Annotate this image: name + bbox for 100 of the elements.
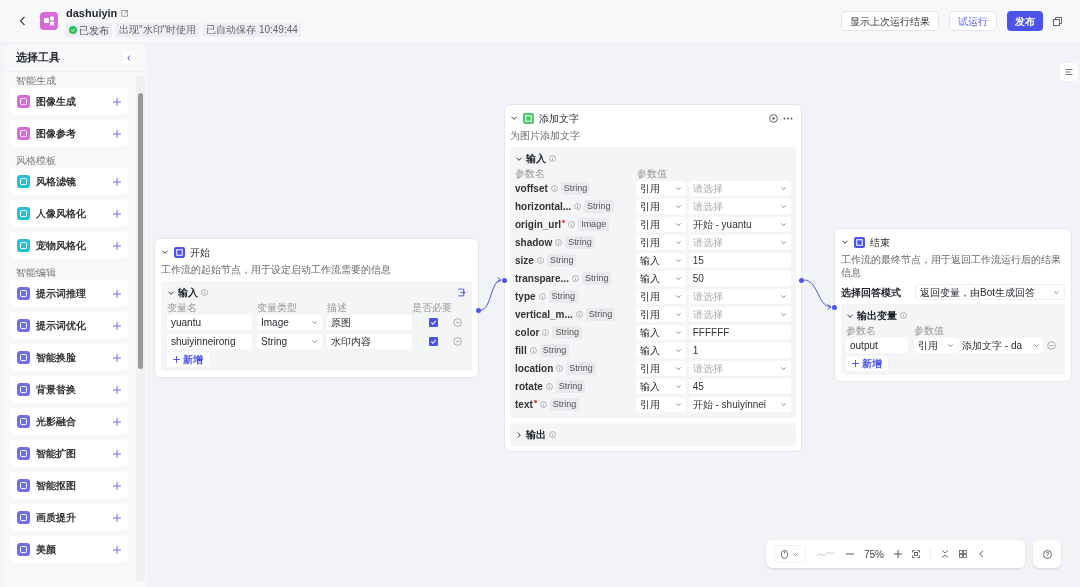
mode-select[interactable]: 返回变量，由Bot生成回答: [915, 284, 1065, 300]
status-tag: 已发布: [66, 23, 112, 38]
zoom-level: 75%: [864, 547, 884, 562]
section-title: 输入: [526, 152, 546, 166]
info-tag: 出现"水印"时使用: [116, 23, 200, 38]
tool-label: 图像参考: [36, 127, 77, 141]
tool-label: 风格滤镜: [36, 175, 77, 189]
tool-label: 美颜: [36, 543, 57, 557]
param-name: color: [515, 325, 540, 340]
tool-item[interactable]: 智能换脸: [10, 344, 128, 371]
mode-select[interactable]: 引用: [636, 180, 686, 196]
add-button[interactable]: 新增: [167, 352, 209, 367]
tool-item[interactable]: 人像风格化: [10, 200, 128, 227]
tool-item[interactable]: 光影融合: [10, 408, 128, 435]
section-title: 输出变量: [857, 309, 897, 323]
value-field[interactable]: FFFFFF: [688, 324, 791, 340]
type-badge: String: [560, 181, 591, 195]
start-node[interactable]: 开始 工作流的起始节点，用于设定启动工作流需要的信息 输入 变量名 变量类型 描述 是否必要 yuantu Image 原图 shuiyinneirong String 水印内容 新增: [154, 238, 479, 378]
param-name: vertical_m...: [515, 307, 573, 322]
input-field[interactable]: output: [846, 337, 908, 353]
section-title: 输入: [178, 286, 198, 300]
tool-label: 画质提升: [36, 511, 77, 525]
column-header: 变量名: [167, 300, 198, 315]
param-name: shadow: [515, 235, 553, 250]
header-button[interactable]: 试运行: [949, 11, 997, 31]
mode-select[interactable]: 引用: [636, 306, 686, 322]
tool-label: 人像风格化: [36, 207, 87, 221]
input-field[interactable]: 水印内容: [327, 333, 412, 349]
panel-title: 选择工具: [16, 50, 60, 66]
tool-label: 宠物风格化: [36, 239, 87, 253]
tool-item[interactable]: 提示词优化: [10, 312, 128, 339]
param-name: rotate: [515, 379, 543, 394]
type-badge: String: [584, 199, 614, 213]
column-header: 参数名: [515, 166, 546, 181]
group-label: 风格模板: [15, 154, 57, 168]
tool-label: 光影融合: [36, 415, 77, 429]
value-field[interactable]: 50: [688, 270, 791, 286]
param-name: size: [515, 253, 534, 268]
mode-select[interactable]: 输入: [636, 270, 686, 286]
type-select[interactable]: String: [257, 333, 322, 349]
value-field[interactable]: 45: [688, 378, 791, 394]
mode-select[interactable]: 输入: [636, 378, 686, 394]
mode-select[interactable]: 输入: [636, 342, 686, 358]
value-field[interactable]: 1: [688, 342, 791, 358]
tool-item[interactable]: 智能扩图: [10, 440, 128, 467]
add-button[interactable]: 新增: [846, 356, 888, 371]
value-select[interactable]: 开始 - shuiyinnei: [688, 396, 791, 412]
type-badge: String: [539, 343, 570, 357]
mode-select[interactable]: 引用: [636, 396, 686, 412]
param-name: transpare...: [515, 271, 569, 286]
mode-select[interactable]: 引用: [636, 234, 686, 250]
tool-label: 提示词优化: [36, 319, 87, 333]
value-field[interactable]: 15: [688, 252, 791, 268]
mode-select[interactable]: 引用: [636, 216, 686, 232]
workflow-title: dashuiyin: [66, 5, 118, 21]
tool-item[interactable]: 图像生成: [10, 88, 128, 115]
type-badge: Image: [578, 217, 610, 231]
mode-select[interactable]: 输入: [636, 324, 686, 340]
node-description: 为图片添加文字: [510, 129, 581, 142]
input-field[interactable]: yuantu: [167, 314, 252, 330]
value-select[interactable]: 开始 - yuantu: [688, 216, 791, 232]
tool-item[interactable]: 美颜: [10, 536, 128, 563]
param-name: text: [515, 397, 533, 412]
header-button[interactable]: 显示上次运行结果: [841, 11, 939, 31]
type-badge: String: [585, 307, 616, 321]
tool-item[interactable]: 智能抠图: [10, 472, 128, 499]
input-field[interactable]: shuiyinneirong: [167, 333, 252, 349]
mode-select[interactable]: 引用: [914, 337, 958, 353]
tool-item[interactable]: 提示词推理: [10, 280, 128, 307]
tool-label: 智能抠图: [36, 479, 77, 493]
group-label: 智能生成: [15, 74, 57, 88]
mode-select[interactable]: 输入: [636, 252, 686, 268]
header-button[interactable]: 发布: [1007, 11, 1043, 31]
mode-select[interactable]: 引用: [636, 288, 686, 304]
type-badge: String: [549, 397, 580, 411]
type-badge: String: [565, 235, 595, 249]
node-title: 结束: [870, 235, 890, 250]
column-header: 参数值: [914, 323, 945, 338]
param-name: horizontal...: [515, 199, 572, 214]
tool-item[interactable]: 宠物风格化: [10, 232, 128, 259]
end-node[interactable]: 结束 工作流的最终节点，用于返回工作流运行后的结果信息 选择回答模式 返回变量，由Bot生成回答 输出变量 参数名 参数值 output 引用 添加文字 - da 新增: [834, 228, 1072, 382]
param-name: origin_url: [515, 217, 562, 232]
mode-select[interactable]: 引用: [636, 360, 686, 376]
tool-item[interactable]: 图像参考: [10, 120, 128, 147]
type-badge: String: [552, 325, 582, 339]
tool-label: 提示词推理: [36, 287, 87, 301]
mode-select[interactable]: 引用: [636, 198, 686, 214]
type-select[interactable]: Image: [257, 314, 322, 330]
column-header: 参数值: [637, 166, 668, 181]
tool-item[interactable]: 背景替换: [10, 376, 128, 403]
tool-item[interactable]: 风格滤镜: [10, 168, 128, 195]
group-label: 智能编辑: [15, 266, 57, 280]
column-header: 是否必要: [412, 300, 453, 315]
column-header: 描述: [327, 300, 348, 315]
tool-item[interactable]: 画质提升: [10, 504, 128, 531]
section-title: 输出: [526, 428, 546, 442]
value-select[interactable]: 添加文字 - da: [959, 337, 1043, 353]
input-field[interactable]: 原图: [327, 314, 412, 330]
info-tag: 已自动保存 10:49:44: [203, 23, 301, 38]
node-description: 工作流的最终节点，用于返回工作流运行后的结果信息: [841, 253, 1062, 279]
